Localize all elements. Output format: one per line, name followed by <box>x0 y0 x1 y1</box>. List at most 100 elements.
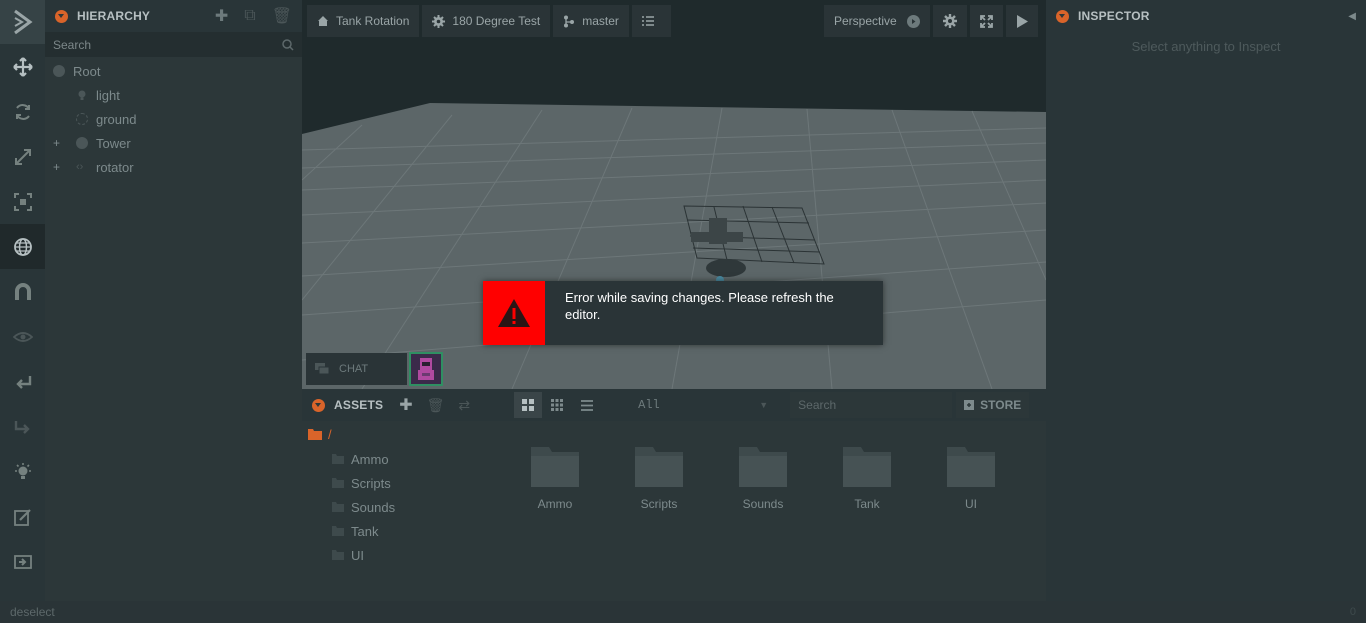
grid-large-icon <box>522 399 535 411</box>
chevron-down-icon: ▼ <box>759 400 769 410</box>
inspector-panel: INSPECTOR ◀ Select anything to Inspect <box>1046 0 1366 601</box>
folder-tree-root[interactable]: / <box>302 421 492 447</box>
chat-button[interactable]: CHAT <box>306 353 407 385</box>
grid-view-button[interactable] <box>514 392 543 418</box>
collapse-arrow-icon[interactable]: ◀ <box>1348 11 1356 22</box>
translate-tool-icon[interactable] <box>0 44 45 89</box>
collapse-panel-icon[interactable] <box>1056 9 1069 23</box>
store-label: STORE <box>980 398 1022 412</box>
tree-item-label: light <box>96 87 120 103</box>
publish-icon[interactable] <box>0 539 45 584</box>
small-grid-view-button[interactable] <box>542 392 572 418</box>
snap-magnet-icon[interactable] <box>0 269 45 314</box>
folder-icon <box>843 447 891 487</box>
lightmapper-bulb-icon[interactable] <box>0 449 45 494</box>
store-icon <box>964 400 975 410</box>
play-icon <box>1016 14 1028 28</box>
asset-folder-tree: / Ammo Scripts Sounds Tank UI <box>302 421 492 601</box>
tree-item-rotator[interactable]: + ‹› rotator <box>45 155 302 179</box>
fullscreen-button[interactable] <box>969 5 1003 37</box>
tree-item-tower[interactable]: + Tower <box>45 131 302 155</box>
tree-item-light[interactable]: light <box>45 83 302 107</box>
light-icon <box>78 90 86 100</box>
add-entity-icon[interactable]: ✚ <box>215 6 228 26</box>
error-notification[interactable]: Error while saving changes. Please refre… <box>483 281 883 345</box>
inspector-title: INSPECTOR <box>1078 9 1150 23</box>
tree-item-label: rotator <box>96 159 134 175</box>
asset-search-input[interactable]: Search <box>790 392 953 418</box>
asset-folder-tile[interactable]: Sounds <box>711 447 815 511</box>
rotate-tool-icon[interactable] <box>0 89 45 134</box>
asset-type-filter[interactable]: All ▼ <box>630 392 776 418</box>
entity-icon <box>76 137 88 149</box>
viewport-toolbar-left: Tank Rotation 180 Degree Test master <box>307 5 671 37</box>
inspector-empty-message: Select anything to Inspect <box>1131 39 1281 54</box>
folder-tree-item[interactable]: Sounds <box>302 495 492 519</box>
branch-icon <box>564 15 575 27</box>
scene-name-button[interactable]: 180 Degree Test <box>422 5 551 37</box>
scene-list-button[interactable] <box>631 5 671 37</box>
inspector-header: INSPECTOR ◀ <box>1046 0 1366 32</box>
list-view-button[interactable] <box>572 392 602 418</box>
tree-item-root[interactable]: Root <box>45 59 302 83</box>
asset-folder-label: Scripts <box>640 497 678 511</box>
warning-icon <box>483 281 545 345</box>
resize-tool-icon[interactable] <box>0 179 45 224</box>
folder-tree-item[interactable]: UI <box>302 543 492 567</box>
collapse-panel-icon[interactable] <box>55 9 68 23</box>
collapse-panel-icon[interactable] <box>312 398 325 412</box>
view-eye-icon[interactable] <box>0 314 45 359</box>
folder-tree-label: Scripts <box>351 475 391 491</box>
folder-tree-item[interactable]: Tank <box>302 519 492 543</box>
launch-button[interactable] <box>1005 5 1038 37</box>
expand-icon[interactable]: + <box>53 136 65 150</box>
user-avatar[interactable] <box>409 352 443 386</box>
folder-icon <box>332 526 344 536</box>
store-button[interactable]: STORE <box>956 392 1030 418</box>
search-icon <box>282 38 294 51</box>
folder-tree-label: Sounds <box>351 499 396 515</box>
code-editor-icon[interactable] <box>0 494 45 539</box>
folder-icon <box>739 447 787 487</box>
hierarchy-search-input[interactable]: Search <box>45 32 302 57</box>
duplicate-entity-icon[interactable]: ⧉ <box>244 7 255 25</box>
folder-tree-item[interactable]: Ammo <box>302 447 492 471</box>
hierarchy-search-placeholder: Search <box>53 37 92 52</box>
expand-icon[interactable]: + <box>53 160 65 174</box>
branch-button[interactable]: master <box>553 5 629 37</box>
folder-icon <box>947 447 995 487</box>
scale-tool-icon[interactable] <box>0 134 45 179</box>
status-text: deselect <box>10 605 55 619</box>
folder-tree-item[interactable]: Scripts <box>302 471 492 495</box>
asset-folder-tile[interactable]: Tank <box>815 447 919 511</box>
move-asset-icon[interactable]: ⇄ <box>458 397 470 414</box>
asset-grid: Ammo Scripts Sounds Tank UI <box>503 447 1023 511</box>
undo-icon[interactable] <box>0 359 45 404</box>
world-coordinates-icon[interactable] <box>0 224 45 269</box>
asset-folder-tile[interactable]: Scripts <box>607 447 711 511</box>
folder-tree-root-label: / <box>328 426 332 442</box>
tree-item-ground[interactable]: ground <box>45 107 302 131</box>
chat-label: CHAT <box>339 363 369 375</box>
delete-asset-icon[interactable]: 🗑 <box>427 397 445 414</box>
asset-folder-tile[interactable]: Ammo <box>503 447 607 511</box>
asset-type-filter-value: All <box>638 398 660 412</box>
folder-icon <box>332 502 344 512</box>
add-asset-icon[interactable]: ✚ <box>399 395 412 415</box>
camera-name: Perspective <box>834 14 897 28</box>
redo-icon[interactable] <box>0 404 45 449</box>
hierarchy-header: HIERARCHY ✚ ⧉ 🗑 <box>45 0 302 32</box>
asset-folder-tile[interactable]: UI <box>919 447 1023 511</box>
camera-select[interactable]: Perspective <box>824 5 930 37</box>
folder-icon <box>531 447 579 487</box>
playcanvas-logo-icon[interactable] <box>0 0 45 44</box>
project-name-button[interactable]: Tank Rotation <box>307 5 420 37</box>
settings-button[interactable] <box>932 5 967 37</box>
delete-entity-icon[interactable]: 🗑 <box>272 6 292 26</box>
settings-gear-icon <box>942 14 957 28</box>
folder-icon <box>308 428 322 440</box>
project-name: Tank Rotation <box>336 14 410 28</box>
model-icon <box>76 113 88 125</box>
tree-item-label: Tower <box>96 135 131 151</box>
folder-tree-label: Ammo <box>351 451 389 467</box>
